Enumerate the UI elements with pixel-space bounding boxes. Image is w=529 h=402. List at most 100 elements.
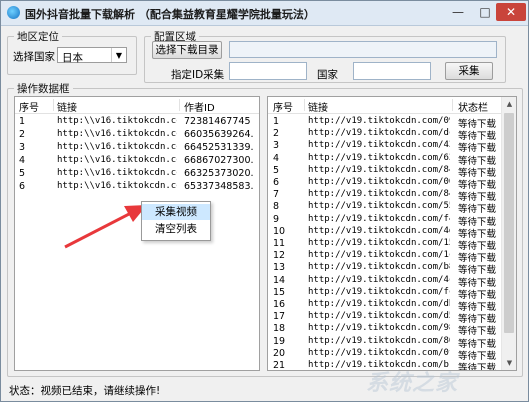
row-author-id: 66325373020... — [184, 168, 254, 179]
list-item[interactable]: 7http://v19.tiktokcdn.com/84f...等待下载 — [268, 189, 516, 203]
menu-item-clear-list[interactable]: 清空列表 — [142, 221, 210, 237]
list-item[interactable]: 5 http:\\v16.tiktokcdn.co... 66325373020..… — [15, 168, 259, 181]
header-link[interactable]: 链接 — [57, 99, 77, 114]
list-item[interactable]: 3http://v19.tiktokcdn.com/437...等待下载 — [268, 140, 516, 154]
list-item[interactable]: 15http://v19.tiktokcdn.com/fc7...等待下载 — [268, 286, 516, 301]
row-index: 2 — [273, 128, 280, 140]
download-list[interactable]: 序号 链接 状态栏 1 http://v19.tiktokcdn.com/092.… — [267, 96, 517, 371]
list-item[interactable]: 12http://v19.tiktokcdn.com/1c3...等待下载 — [268, 250, 516, 264]
list-item[interactable]: 1 http:\\v16.tiktokcdn.co... 72381467745 — [15, 116, 259, 129]
row-author-id: 65337348583... — [184, 181, 254, 192]
list-item[interactable]: 18http://v19.tiktokcdn.com/98e...等待下载 — [268, 323, 516, 337]
main-window: 国外抖音批量下载解析 （配合集益教育星耀学院批量玩法） — □ ✕ 地区定位 选… — [0, 0, 529, 402]
row-link: http:\\v16.tiktokcdn.co... — [57, 181, 177, 191]
choose-directory-button[interactable]: 选择下载目录 — [152, 41, 222, 59]
row-link: http://v19.tiktokcdn.com/553... — [308, 201, 450, 212]
country-select[interactable]: 日本 ▼ — [57, 47, 127, 64]
scroll-thumb[interactable] — [504, 113, 514, 333]
list-item[interactable]: 5http://v19.tiktokcdn.com/847...等待下载 — [268, 164, 516, 179]
minimize-button[interactable]: — — [445, 3, 471, 21]
row-index: 5 — [19, 168, 26, 179]
list-item[interactable]: 8http://v19.tiktokcdn.com/553...等待下载 — [268, 201, 516, 215]
row-link: http://v19.tiktokcdn.com/4d2... — [308, 225, 450, 236]
collect-button[interactable]: 采集 — [445, 62, 493, 80]
list-item[interactable]: 2 http:\\v16.tiktokcdn.co... 66035639264..… — [15, 129, 259, 142]
data-group-legend: 操作数据框 — [17, 83, 70, 95]
row-status: 等待下载 — [458, 363, 497, 371]
menu-item-collect-video[interactable]: 采集视频 — [142, 204, 210, 220]
list-item[interactable]: 9http://v19.tiktokcdn.com/f49...等待下载 — [268, 213, 516, 228]
row-link: http://v19.tiktokcdn.com/847... — [308, 164, 450, 175]
list-item[interactable]: 4http://v19.tiktokcdn.com/633...等待下载 — [268, 152, 516, 167]
row-index: 8 — [273, 201, 280, 213]
row-index: 3 — [19, 142, 26, 153]
arrow-shaft — [64, 211, 132, 249]
list-item[interactable]: 14http://v19.tiktokcdn.com/4cd...等待下载 — [268, 274, 516, 289]
context-menu: 采集视频 清空列表 — [141, 201, 211, 241]
header-status[interactable]: 状态栏 — [458, 99, 488, 114]
chevron-down-icon: ▼ — [111, 48, 126, 62]
row-link: http:\\v16.tiktokcdn.co... — [57, 155, 177, 165]
list-item[interactable]: 10http://v19.tiktokcdn.com/4d2...等待下载 — [268, 225, 516, 240]
list-item[interactable]: 17http://v19.tiktokcdn.com/d5a...等待下载 — [268, 311, 516, 325]
list-item[interactable]: 6http://v19.tiktokcdn.com/004...等待下载 — [268, 177, 516, 191]
row-link: http://v19.tiktokcdn.com/fc7... — [308, 286, 450, 297]
row-link: http://v19.tiktokcdn.com/1c3... — [308, 250, 450, 261]
row-index: 12 — [273, 250, 286, 262]
row-link: http://v19.tiktokcdn.com/0f8... — [308, 347, 450, 358]
row-link: http://v19.tiktokcdn.com/dc1... — [308, 128, 450, 139]
list-item[interactable]: 16http://v19.tiktokcdn.com/db2...等待下载 — [268, 299, 516, 313]
download-list-header: 序号 链接 状态栏 — [268, 97, 516, 114]
list-item[interactable]: 20http://v19.tiktokcdn.com/0f8...等待下载 — [268, 347, 516, 362]
list-item[interactable]: 19http://v19.tiktokcdn.com/808...等待下载 — [268, 335, 516, 350]
list-item[interactable]: 11http://v19.tiktokcdn.com/15a...等待下载 — [268, 238, 516, 252]
header-author-id[interactable]: 作者ID — [184, 99, 215, 114]
list-item[interactable]: 3 http:\\v16.tiktokcdn.co... 66452531339..… — [15, 142, 259, 155]
download-list-scrollbar[interactable]: ▲ ▼ — [501, 97, 516, 370]
directory-path-field[interactable] — [229, 41, 497, 58]
row-index: 14 — [273, 274, 286, 286]
id-input[interactable] — [229, 62, 307, 80]
row-index: 3 — [273, 140, 280, 152]
scroll-up-icon[interactable]: ▲ — [502, 97, 516, 111]
row-index: 19 — [273, 335, 286, 347]
row-link: http://v19.tiktokcdn.com/15a... — [308, 238, 450, 248]
country-input[interactable] — [353, 62, 431, 80]
row-link: http:\\v16.tiktokcdn.co... — [57, 116, 177, 126]
list-item[interactable]: 1http://v19.tiktokcdn.com/092...等待下载 — [268, 116, 516, 130]
row-link: http://v19.tiktokcdn.com/d5a... — [308, 311, 450, 322]
status-text: 状态：视频已结束，请继续操作! — [9, 385, 161, 397]
row-index: 21 — [273, 360, 286, 371]
row-link: http://v19.tiktokcdn.com/437... — [308, 140, 450, 151]
country-select-label: 选择国家 — [13, 51, 55, 63]
header-link[interactable]: 链接 — [308, 99, 328, 114]
row-author-id: 66452531339... — [184, 142, 254, 153]
row-link: http:\\v16.tiktokcdn.co... — [57, 168, 177, 178]
list-item[interactable]: 4 http:\\v16.tiktokcdn.co... 66867027300..… — [15, 155, 259, 168]
close-button[interactable]: ✕ — [496, 3, 526, 21]
id-collect-label: 指定ID采集 — [171, 69, 225, 81]
scroll-down-icon[interactable]: ▼ — [502, 356, 516, 370]
row-link: http://v19.tiktokcdn.com/f49... — [308, 213, 450, 224]
region-group-legend: 地区定位 — [17, 31, 59, 43]
row-index: 16 — [273, 299, 286, 310]
row-index: 6 — [273, 177, 280, 188]
maximize-button[interactable]: □ — [472, 3, 498, 21]
row-link: http://v19.tiktokcdn.com/633... — [308, 152, 450, 163]
list-item[interactable]: 2http://v19.tiktokcdn.com/dc1...等待下载 — [268, 128, 516, 142]
row-index: 7 — [273, 189, 280, 201]
row-index: 20 — [273, 347, 286, 359]
window-title: 国外抖音批量下载解析 （配合集益教育星耀学院批量玩法） — [25, 8, 315, 21]
row-index: 1 — [19, 116, 26, 127]
row-link: http://v19.tiktokcdn.com/98e... — [308, 323, 450, 334]
row-index: 15 — [273, 286, 286, 298]
app-logo-icon — [7, 6, 20, 19]
list-item[interactable]: 13http://v19.tiktokcdn.com/b85...等待下载 — [268, 262, 516, 276]
header-index[interactable]: 序号 — [273, 99, 293, 114]
row-index: 4 — [273, 152, 280, 164]
row-link: http:\\v16.tiktokcdn.co... — [57, 129, 177, 139]
row-index: 4 — [19, 155, 26, 166]
watermark-logo: 系统之家 — [366, 371, 459, 396]
header-index[interactable]: 序号 — [19, 99, 39, 114]
row-index: 6 — [19, 181, 26, 192]
